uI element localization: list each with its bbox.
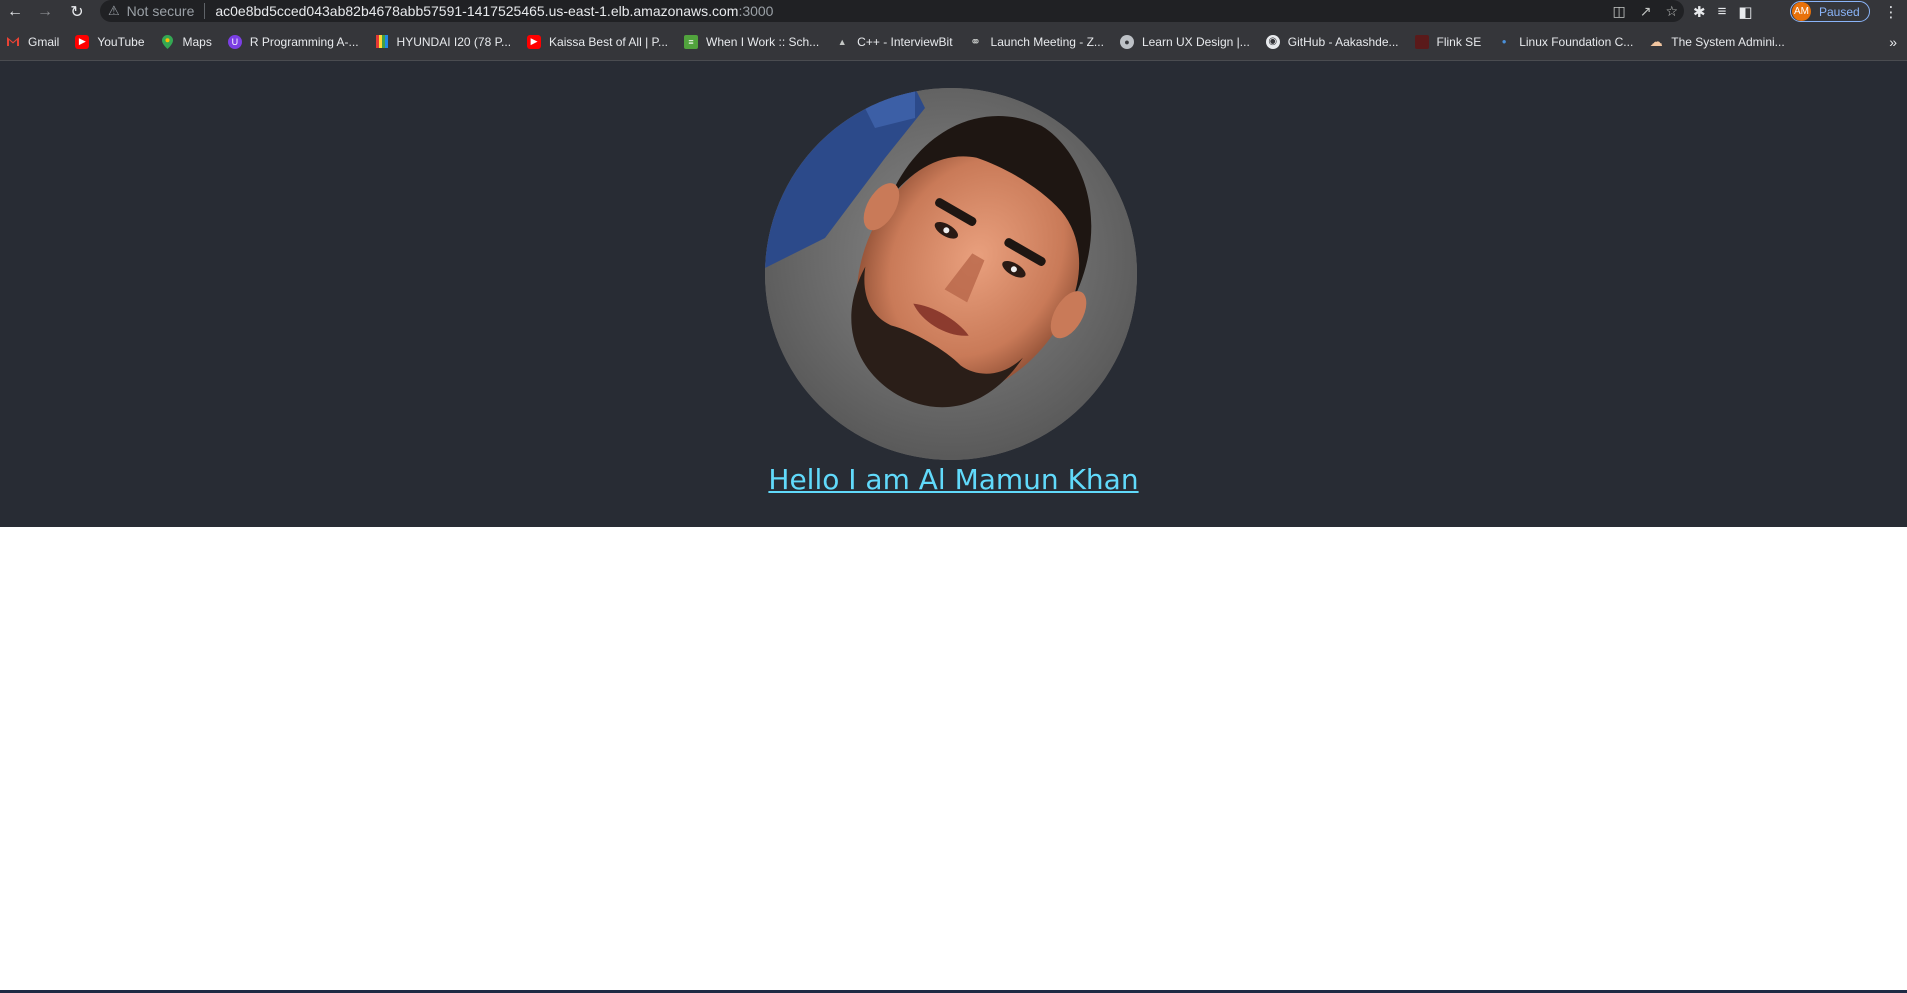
github-icon: ◉ [1265, 34, 1280, 49]
page-content: Hello I am Al Mamun Khan [0, 61, 1907, 993]
warning-icon: ⚠ [108, 3, 120, 18]
more-menu-icon[interactable]: ⋮ [1880, 0, 1902, 23]
share-icon[interactable]: ↗ [1640, 3, 1652, 20]
when-i-work-icon: ≡ [684, 34, 699, 49]
side-panel-icon[interactable]: ◧ [1738, 3, 1752, 21]
profile-status: Paused [1819, 4, 1860, 19]
hyundai-icon [375, 35, 389, 49]
cloud-icon: ☁ [1649, 33, 1663, 49]
bookmark-system-admin[interactable]: ☁ The System Admini... [1649, 30, 1785, 54]
bookmarks-overflow-icon[interactable]: » [1889, 23, 1897, 61]
bookmark-flink[interactable]: Flink SE [1414, 30, 1482, 54]
bookmark-label: R Programming A-... [249, 34, 359, 49]
omnibox-divider [204, 3, 206, 19]
bookmark-r-programming[interactable]: U R Programming A-... [227, 30, 359, 54]
bookmarks-bar: Gmail ▶ YouTube Maps U R Programming A-.… [0, 23, 1907, 61]
profile-photo [765, 88, 1137, 460]
greeting-link[interactable]: Hello I am Al Mamun Khan [0, 463, 1907, 496]
security-label: Not secure [126, 3, 195, 19]
avatar: AM [1792, 2, 1811, 21]
bookmark-label: The System Admini... [1671, 34, 1785, 49]
bookmark-github[interactable]: ◉ GitHub - Aakashde... [1265, 30, 1399, 54]
profile-button[interactable]: AM Paused [1790, 1, 1870, 22]
site-security-indicator[interactable]: ⚠ Not secure [108, 0, 194, 22]
browser-toolbar: ← → ↻ ⚠ Not secure ac0e8bd5cced043ab82b4… [0, 0, 1907, 23]
translate-icon[interactable]: ◫ [1612, 3, 1625, 20]
bookmark-label: C++ - InterviewBit [857, 34, 953, 49]
bookmark-when-i-work[interactable]: ≡ When I Work :: Sch... [684, 30, 819, 54]
linux-foundation-icon: ● [1501, 37, 1507, 46]
gmail-icon [6, 35, 20, 49]
bookmark-label: HYUNDAI I20 (78 P... [396, 34, 512, 49]
maps-icon [161, 34, 175, 49]
url-host: ac0e8bd5cced043ab82b4678abb57591-1417525… [215, 3, 739, 19]
interviewbit-icon: ▲ [837, 36, 847, 47]
bookmark-label: Maps [182, 34, 212, 49]
url-port: :3000 [738, 3, 774, 19]
app-header: Hello I am Al Mamun Khan [0, 61, 1907, 527]
reload-icon[interactable]: ↻ [62, 0, 92, 23]
bookmark-label: Launch Meeting - Z... [990, 34, 1104, 49]
bookmark-interviewbit[interactable]: ▲ C++ - InterviewBit [835, 30, 953, 54]
bookmark-label: YouTube [97, 34, 145, 49]
bookmark-linux-foundation[interactable]: ● Linux Foundation C... [1497, 30, 1634, 54]
bookmark-label: Linux Foundation C... [1519, 34, 1634, 49]
extension-toolbar: ✱ ≡ ◧ [1693, 0, 1753, 23]
back-icon[interactable]: ← [0, 0, 30, 23]
extensions-puzzle-icon[interactable]: ✱ [1693, 3, 1706, 21]
bookmark-maps[interactable]: Maps [161, 30, 212, 54]
bookmark-label: Gmail [28, 34, 60, 49]
address-bar[interactable]: ⚠ Not secure ac0e8bd5cced043ab82b4678abb… [100, 0, 1684, 22]
bookmark-label: Flink SE [1436, 34, 1482, 49]
flink-icon [1414, 34, 1429, 49]
bookmark-kaissa[interactable]: ▶ Kaissa Best of All | P... [527, 30, 668, 54]
bookmark-label: Kaissa Best of All | P... [549, 34, 669, 49]
bookmark-gmail[interactable]: Gmail [6, 30, 59, 54]
bookmark-launch-meeting[interactable]: ⚭ Launch Meeting - Z... [969, 30, 1104, 54]
bookmark-label: When I Work :: Sch... [706, 34, 820, 49]
omnibox-actions: ◫ ↗ ☆ [1612, 0, 1678, 22]
url-text[interactable]: ac0e8bd5cced043ab82b4678abb57591-1417525… [215, 3, 773, 19]
forward-icon[interactable]: → [30, 0, 60, 23]
bookmark-hyundai[interactable]: HYUNDAI I20 (78 P... [375, 30, 512, 54]
youtube-icon: ▶ [75, 34, 90, 49]
bookmark-label: GitHub - Aakashde... [1287, 34, 1399, 49]
r-programming-icon: U [227, 34, 242, 49]
ux-design-icon: ● [1119, 34, 1134, 49]
globe-icon: ⚭ [970, 33, 981, 49]
bookmark-youtube[interactable]: ▶ YouTube [75, 30, 145, 54]
bookmark-star-icon[interactable]: ☆ [1665, 3, 1678, 20]
youtube-icon: ▶ [527, 34, 542, 49]
bookmark-label: Learn UX Design |... [1141, 34, 1250, 49]
reading-list-icon[interactable]: ≡ [1718, 3, 1727, 20]
bookmark-learn-ux[interactable]: ● Learn UX Design |... [1119, 30, 1250, 54]
